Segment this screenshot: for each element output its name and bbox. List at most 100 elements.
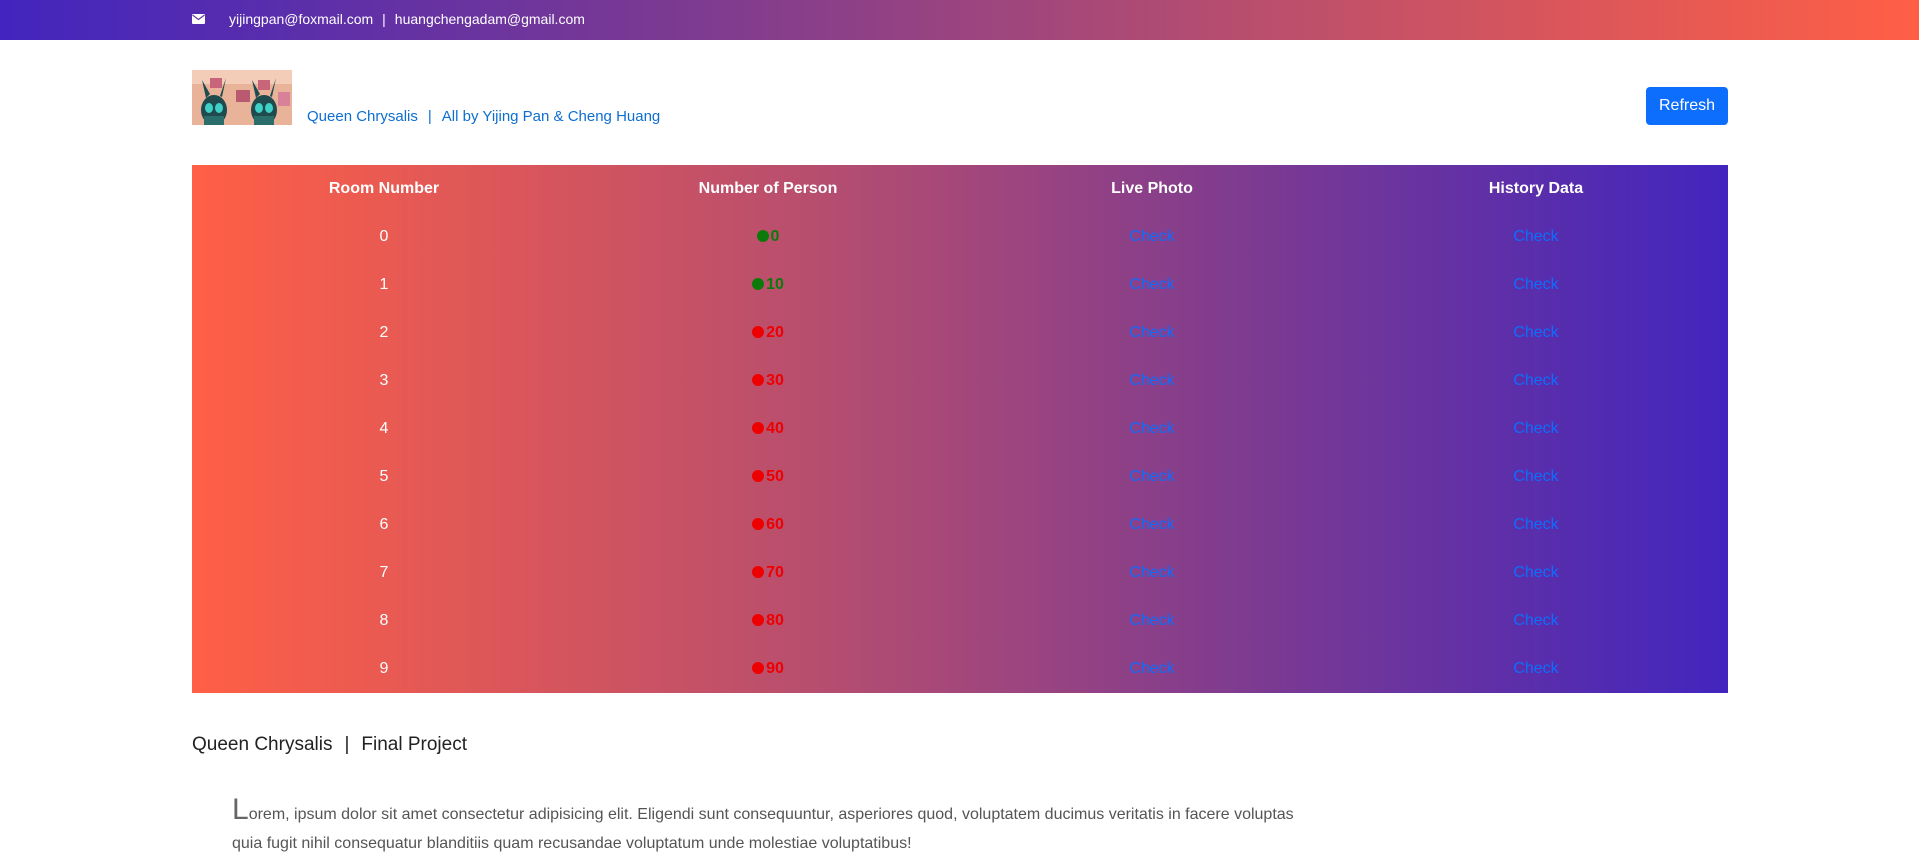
live-photo-check-link[interactable]: Check <box>1129 420 1174 437</box>
history-data-cell: Check <box>1344 309 1728 357</box>
history-data-check-link[interactable]: Check <box>1513 468 1558 485</box>
person-count-cell: 0 <box>576 213 960 261</box>
live-photo-check-link[interactable]: Check <box>1129 372 1174 389</box>
person-count-value: 0 <box>770 228 780 245</box>
person-count-cell: 70 <box>576 549 960 597</box>
paragraph-drop-cap: L <box>232 793 249 826</box>
table-header-row: Room Number Number of Person Live Photo … <box>192 165 1728 213</box>
live-photo-check-link[interactable]: Check <box>1129 228 1174 245</box>
history-data-cell: Check <box>1344 357 1728 405</box>
room-number-cell: 9 <box>379 660 389 677</box>
live-photo-cell: Check <box>960 597 1344 645</box>
table-row: 3 30 Check Check <box>192 357 1728 405</box>
history-data-cell: Check <box>1344 549 1728 597</box>
brand-name: Queen Chrysalis <box>307 108 418 125</box>
room-number-cell: 3 <box>379 372 389 389</box>
live-photo-check-link[interactable]: Check <box>1129 324 1174 341</box>
room-number-cell: 7 <box>379 564 389 581</box>
history-data-cell: Check <box>1344 501 1728 549</box>
live-photo-check-link[interactable]: Check <box>1129 564 1174 581</box>
status-dot-icon <box>752 662 765 674</box>
person-count-value: 30 <box>766 372 784 389</box>
live-photo-check-link[interactable]: Check <box>1129 612 1174 629</box>
footer-title: Queen Chrysalis | Final Project <box>192 734 467 756</box>
room-number-cell: 5 <box>379 468 389 485</box>
header-live-photo: Live Photo <box>1111 180 1193 197</box>
brand-separator: | <box>427 108 432 125</box>
history-data-cell: Check <box>1344 261 1728 309</box>
live-photo-cell: Check <box>960 453 1344 501</box>
brand-logo-image <box>192 70 292 125</box>
history-data-check-link[interactable]: Check <box>1513 612 1558 629</box>
person-count-cell: 80 <box>576 597 960 645</box>
person-count-value: 90 <box>766 660 784 677</box>
table-row: 9 90 Check Check <box>192 645 1728 693</box>
table-row: 5 50 Check Check <box>192 453 1728 501</box>
history-data-check-link[interactable]: Check <box>1513 324 1558 341</box>
status-dot-icon <box>752 326 765 338</box>
rooms-table: Room Number Number of Person Live Photo … <box>192 165 1728 693</box>
table-row: 7 70 Check Check <box>192 549 1728 597</box>
live-photo-check-link[interactable]: Check <box>1129 468 1174 485</box>
footer-title-right: Final Project <box>361 734 467 755</box>
live-photo-cell: Check <box>960 357 1344 405</box>
history-data-cell: Check <box>1344 405 1728 453</box>
table-row: 1 10 Check Check <box>192 261 1728 309</box>
header-number-of-person: Number of Person <box>698 180 838 197</box>
history-data-check-link[interactable]: Check <box>1513 372 1558 389</box>
person-count-value: 40 <box>766 420 784 437</box>
room-number-cell: 4 <box>379 420 389 437</box>
live-photo-check-link[interactable]: Check <box>1129 516 1174 533</box>
person-count-value: 60 <box>766 516 784 533</box>
email-huangcheng[interactable]: huangchengadam@gmail.com <box>395 11 585 27</box>
live-photo-cell: Check <box>960 549 1344 597</box>
room-number-cell: 6 <box>379 516 389 533</box>
envelope-icon <box>192 14 205 24</box>
history-data-check-link[interactable]: Check <box>1513 228 1558 245</box>
person-count-cell: 30 <box>576 357 960 405</box>
history-data-check-link[interactable]: Check <box>1513 276 1558 293</box>
table-row: 2 20 Check Check <box>192 309 1728 357</box>
top-contact-bar: yijingpan@foxmail.com | huangchengadam@gma… <box>0 0 1919 40</box>
brand-title[interactable]: Queen Chrysalis | All by Yijing Pan & Chen… <box>307 108 660 125</box>
live-photo-cell: Check <box>960 501 1344 549</box>
table-row: 8 80 Check Check <box>192 597 1728 645</box>
paragraph-text: orem, ipsum dolor sit amet consectetur a… <box>232 806 1294 852</box>
history-data-cell: Check <box>1344 645 1728 693</box>
person-count-value: 10 <box>766 276 784 293</box>
status-dot-icon <box>752 614 765 626</box>
person-count-cell: 60 <box>576 501 960 549</box>
person-count-value: 20 <box>766 324 784 341</box>
room-number-cell: 2 <box>379 324 389 341</box>
history-data-check-link[interactable]: Check <box>1513 660 1558 677</box>
live-photo-check-link[interactable]: Check <box>1129 276 1174 293</box>
footer-title-left: Queen Chrysalis <box>192 734 333 755</box>
person-count-cell: 90 <box>576 645 960 693</box>
person-count-cell: 50 <box>576 453 960 501</box>
footer-title-separator: | <box>344 734 350 755</box>
header-history-data: History Data <box>1488 180 1584 197</box>
live-photo-cell: Check <box>960 309 1344 357</box>
live-photo-cell: Check <box>960 213 1344 261</box>
live-photo-check-link[interactable]: Check <box>1129 660 1174 677</box>
room-number-cell: 8 <box>379 612 389 629</box>
person-count-cell: 20 <box>576 309 960 357</box>
history-data-cell: Check <box>1344 453 1728 501</box>
status-dot-icon <box>752 518 765 530</box>
history-data-cell: Check <box>1344 597 1728 645</box>
history-data-check-link[interactable]: Check <box>1513 516 1558 533</box>
live-photo-cell: Check <box>960 261 1344 309</box>
table-row: 0 0 Check Check <box>192 213 1728 261</box>
room-number-cell: 0 <box>379 228 389 245</box>
person-count-value: 70 <box>766 564 784 581</box>
email-yijingpan[interactable]: yijingpan@foxmail.com <box>229 11 373 27</box>
status-dot-icon <box>752 422 765 434</box>
status-dot-icon <box>752 470 765 482</box>
refresh-button[interactable]: Refresh <box>1646 87 1728 125</box>
person-count-cell: 10 <box>576 261 960 309</box>
history-data-check-link[interactable]: Check <box>1513 564 1558 581</box>
history-data-check-link[interactable]: Check <box>1513 420 1558 437</box>
room-number-cell: 1 <box>379 276 389 293</box>
live-photo-cell: Check <box>960 645 1344 693</box>
status-dot-icon <box>752 374 765 386</box>
